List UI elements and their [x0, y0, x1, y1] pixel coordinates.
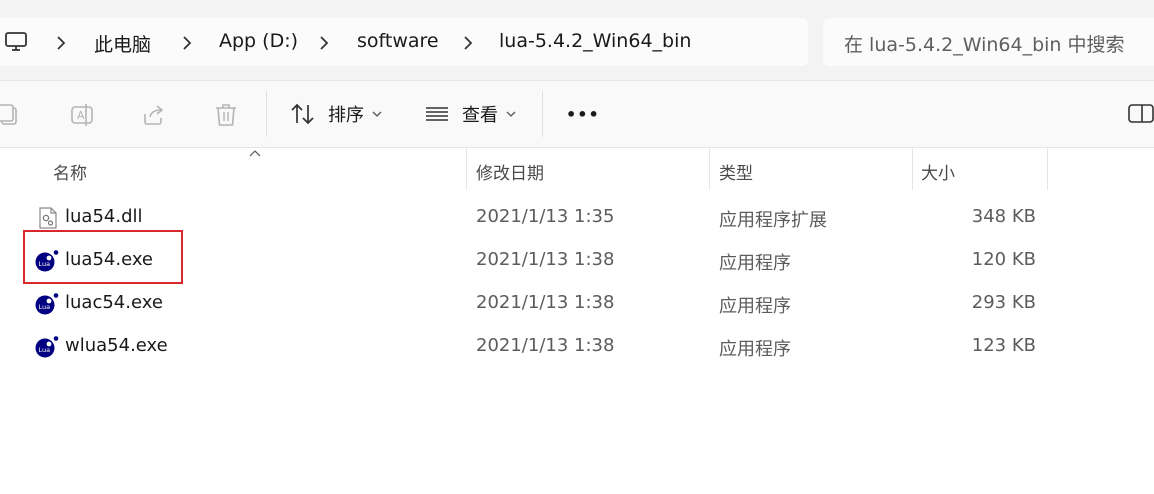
details-pane-icon[interactable]	[1127, 102, 1154, 126]
chevron-down-icon	[506, 111, 516, 117]
lua-app-icon: Lua	[35, 336, 59, 358]
file-date: 2021/1/13 1:35	[476, 206, 615, 227]
file-type: 应用程序	[719, 339, 791, 360]
search-input[interactable]: 在 lua-5.4.2_Win64_bin 中搜索	[823, 18, 1154, 66]
computer-icon[interactable]	[4, 31, 28, 53]
column-header-name-label: 名称	[53, 164, 87, 184]
file-row[interactable]: Lua wlua54.exe 2021/1/13 1:38 应用程序 123 K…	[0, 325, 1154, 367]
chevron-right-icon[interactable]	[462, 34, 474, 52]
chevron-right-icon[interactable]	[318, 34, 330, 52]
svg-text:Lua: Lua	[39, 346, 51, 354]
file-row[interactable]: Lua luac54.exe 2021/1/13 1:38 应用程序 293 K…	[0, 282, 1154, 324]
column-header-date-label: 修改日期	[476, 164, 544, 184]
delete-icon[interactable]	[213, 102, 239, 128]
breadcrumb-current-folder[interactable]: lua-5.4.2_Win64_bin	[499, 30, 691, 52]
address-bar[interactable]: 此电脑 App (D:) software lua-5.4.2_Win64_bi…	[0, 18, 808, 66]
column-header-type-label: 类型	[719, 164, 753, 184]
file-type: 应用程序	[719, 296, 791, 317]
lua-app-icon: Lua	[35, 293, 59, 315]
breadcrumb-drive[interactable]: App (D:)	[219, 30, 298, 52]
column-header-size-label: 大小	[921, 164, 955, 184]
file-size: 120 KB	[971, 249, 1036, 270]
svg-text:Lua: Lua	[39, 303, 51, 311]
search-placeholder: 在 lua-5.4.2_Win64_bin 中搜索	[844, 34, 1125, 56]
breadcrumb-this-pc[interactable]: 此电脑	[94, 30, 151, 57]
highlight-annotation-box	[23, 230, 183, 284]
rename-icon[interactable]: A	[69, 102, 95, 128]
more-options-icon: •••	[566, 104, 600, 124]
chevron-down-icon	[372, 111, 382, 117]
more-options-button[interactable]: •••	[566, 95, 600, 133]
file-name[interactable]: lua54.dll	[65, 206, 143, 227]
toolbar-divider	[266, 91, 267, 137]
chevron-right-icon[interactable]	[181, 34, 193, 52]
sort-label: 排序	[328, 105, 364, 126]
file-name[interactable]: wlua54.exe	[65, 335, 168, 356]
chevron-right-icon[interactable]	[55, 34, 67, 52]
column-divider[interactable]	[1047, 148, 1048, 190]
column-header-date[interactable]: 修改日期	[467, 148, 709, 190]
file-type: 应用程序扩展	[719, 210, 827, 231]
toolbar-divider	[542, 91, 543, 137]
file-size: 293 KB	[971, 292, 1036, 313]
column-header-row: 名称 修改日期 类型 大小	[0, 148, 1154, 190]
file-date: 2021/1/13 1:38	[476, 335, 615, 356]
dll-file-icon	[39, 207, 57, 229]
column-header-type[interactable]: 类型	[710, 148, 912, 190]
file-date: 2021/1/13 1:38	[476, 249, 615, 270]
svg-text:A: A	[77, 109, 85, 122]
view-list-icon	[426, 107, 448, 121]
address-band: 此电脑 App (D:) software lua-5.4.2_Win64_bi…	[0, 0, 1154, 81]
view-button[interactable]: 查看	[424, 95, 516, 133]
breadcrumb-software[interactable]: software	[357, 30, 439, 52]
column-header-name[interactable]: 名称	[0, 148, 466, 190]
file-name[interactable]: luac54.exe	[65, 292, 163, 313]
copy-icon[interactable]	[0, 102, 22, 128]
file-size: 348 KB	[971, 206, 1036, 227]
sort-button[interactable]: 排序	[290, 95, 382, 133]
view-label: 查看	[462, 105, 498, 126]
file-date: 2021/1/13 1:38	[476, 292, 615, 313]
command-bar: A 排序 查看 •••	[0, 81, 1154, 148]
file-type: 应用程序	[719, 253, 791, 274]
file-size: 123 KB	[971, 335, 1036, 356]
column-header-size[interactable]: 大小	[913, 148, 1047, 190]
share-icon[interactable]	[141, 102, 167, 128]
sort-icon	[291, 103, 314, 125]
